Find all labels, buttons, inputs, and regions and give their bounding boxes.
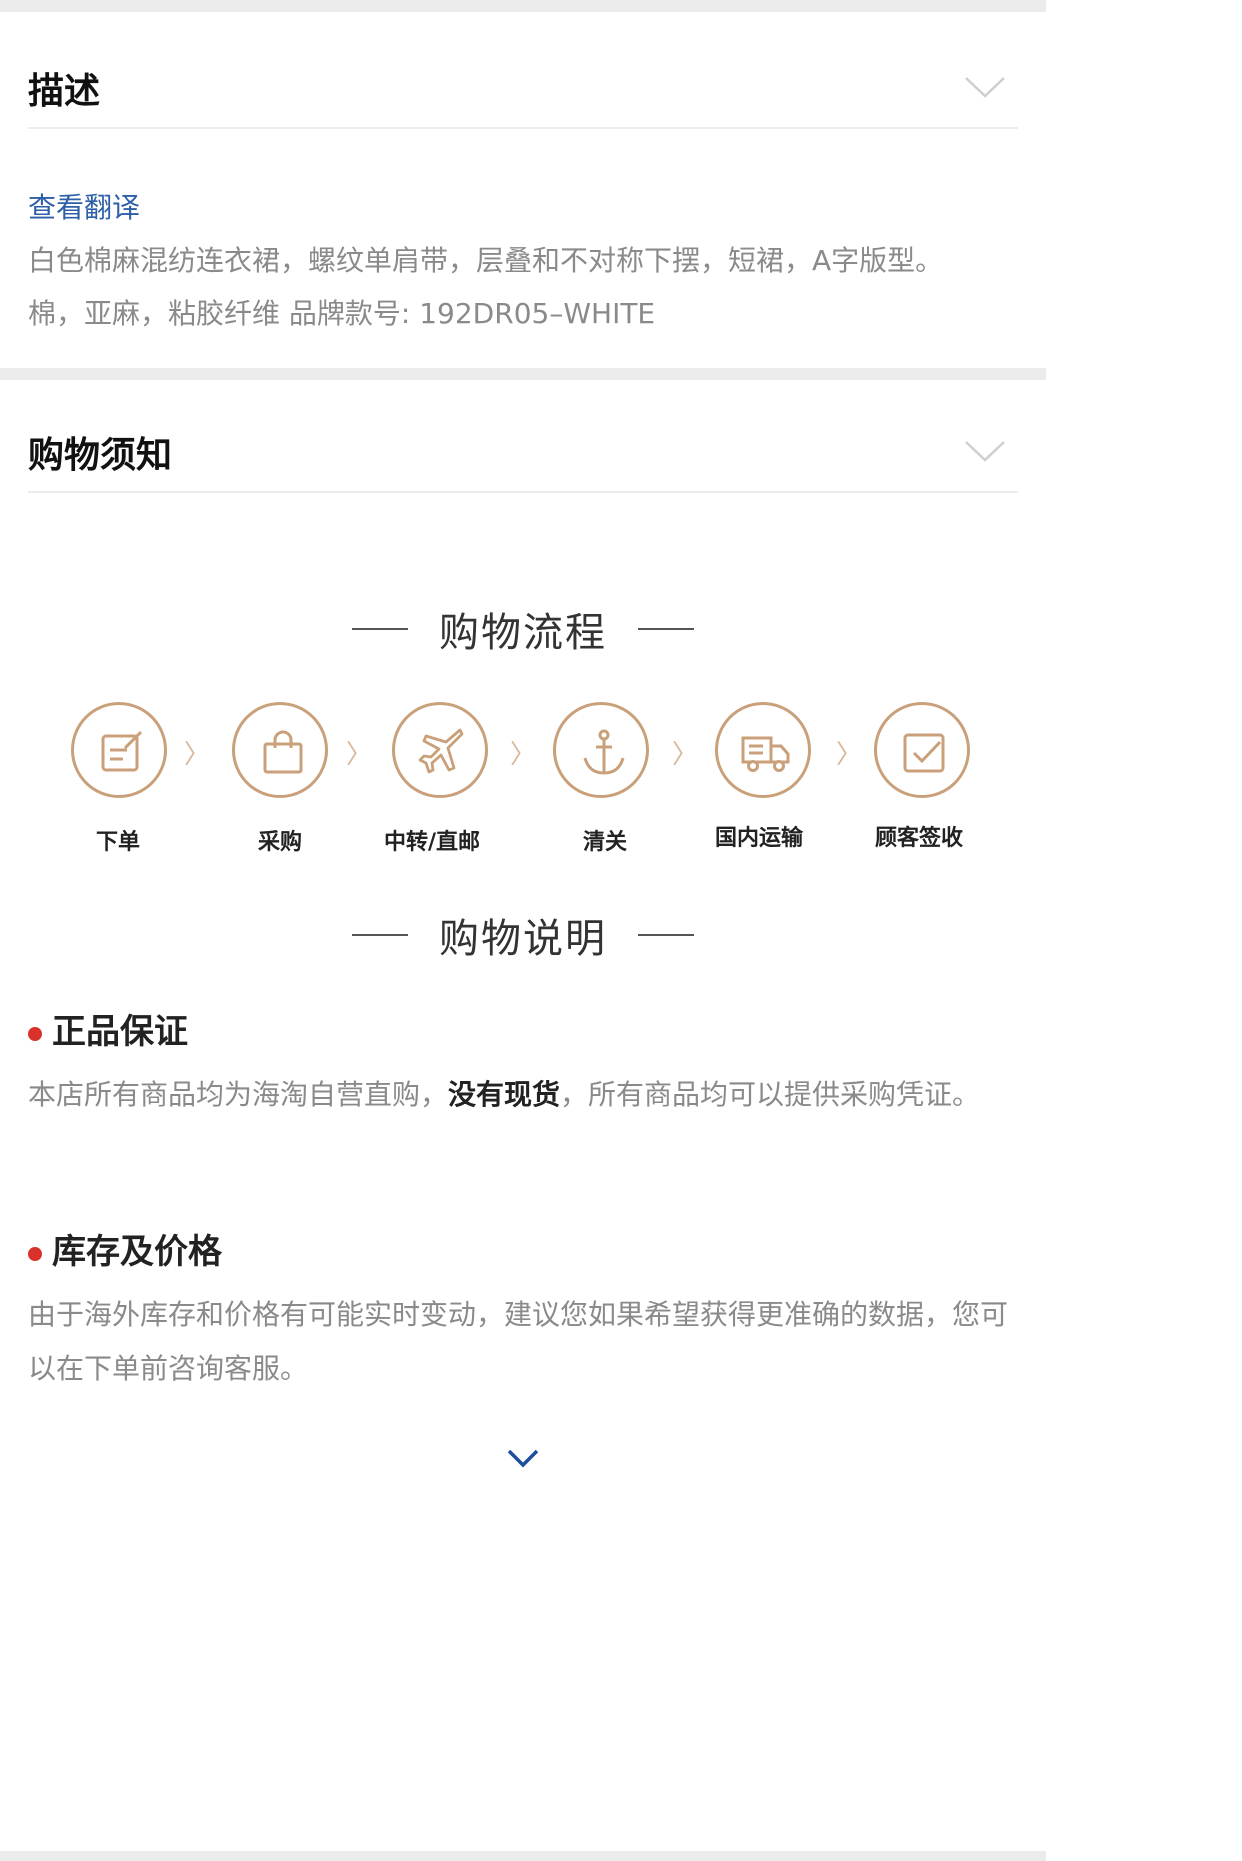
process-heading-text: 购物流程 xyxy=(439,610,607,656)
step-domestic-shipping xyxy=(715,702,815,798)
shopping-notice-title: 购物须知 xyxy=(28,435,173,476)
description-title: 描述 xyxy=(28,71,101,112)
heading-line-left xyxy=(351,628,408,630)
truck-icon xyxy=(715,702,811,798)
step-arrow-2: 〉 xyxy=(346,740,373,770)
description-line-1: 白色棉麻混纺连衣裙，螺纹单肩带，层叠和不对称下摆，短裙，A字版型。 xyxy=(28,244,944,277)
step-label-domestic-shipping: 国内运输 xyxy=(715,826,804,851)
step-label-customs: 清关 xyxy=(583,830,628,855)
step-order xyxy=(71,702,171,798)
stock-price-title: 库存及价格 xyxy=(52,1232,222,1272)
genuine-guarantee-text: 本店所有商品均为海淘自营直购，没有现货，所有商品均可以提供采购凭证。 xyxy=(28,1068,1018,1122)
stock-price-heading: 库存及价格 xyxy=(28,1224,222,1273)
process-heading: 购物流程 xyxy=(0,600,1046,660)
step-transit xyxy=(392,702,492,798)
step-arrow-3: 〉 xyxy=(510,740,537,770)
red-bullet-dot xyxy=(28,1246,42,1261)
step-purchase xyxy=(232,702,332,798)
shopping-bag-icon xyxy=(232,702,328,798)
section-separator xyxy=(0,368,1046,380)
description-chevron-down-icon[interactable] xyxy=(964,76,1006,98)
bottom-separator xyxy=(0,1851,1046,1861)
description-divider xyxy=(28,127,1018,129)
step-arrow-4: 〉 xyxy=(672,740,699,770)
step-label-order: 下单 xyxy=(96,830,141,855)
step-customs xyxy=(553,702,653,798)
heading-line-right xyxy=(638,934,695,936)
guarantee-text-start: 本店所有商品均为海淘自营直购， xyxy=(28,1078,449,1111)
description-line-2: 棉，亚麻，粘胶纤维 品牌款号: 192DR05–WHITE xyxy=(28,297,656,330)
check-box-icon xyxy=(874,702,970,798)
heading-line-left xyxy=(351,934,408,936)
step-label-transit: 中转/直邮 xyxy=(384,830,481,855)
edit-icon xyxy=(71,702,167,798)
instructions-heading-text: 购物说明 xyxy=(439,916,607,962)
genuine-guarantee-heading: 正品保证 xyxy=(28,1004,188,1053)
anchor-icon xyxy=(553,702,649,798)
guarantee-text-end: ，所有商品均可以提供采购凭证。 xyxy=(560,1078,981,1111)
expand-chevron-down-icon[interactable] xyxy=(505,1446,541,1470)
step-label-purchase: 采购 xyxy=(258,830,303,855)
step-arrow-5: 〉 xyxy=(836,740,863,770)
step-customer-receipt xyxy=(874,702,974,798)
shopping-notice-chevron-down-icon[interactable] xyxy=(964,440,1006,462)
shopping-notice-divider xyxy=(28,491,1018,493)
airplane-icon xyxy=(392,702,488,798)
description-text: 白色棉麻混纺连衣裙，螺纹单肩带，层叠和不对称下摆，短裙，A字版型。 棉，亚麻，粘… xyxy=(28,234,1023,340)
top-separator xyxy=(0,0,1046,12)
guarantee-text-bold: 没有现货 xyxy=(448,1078,561,1111)
heading-line-right xyxy=(638,628,695,630)
genuine-guarantee-title: 正品保证 xyxy=(52,1012,188,1052)
view-translation-link[interactable]: 查看翻译 xyxy=(28,186,140,226)
step-arrow-1: 〉 xyxy=(184,740,211,770)
stock-price-text: 由于海外库存和价格有可能实时变动，建议您如果希望获得更准确的数据，您可以在下单前… xyxy=(28,1298,1009,1385)
instructions-heading: 购物说明 xyxy=(0,906,1046,966)
step-label-customer-receipt: 顾客签收 xyxy=(875,826,964,851)
red-bullet-dot xyxy=(28,1026,42,1041)
